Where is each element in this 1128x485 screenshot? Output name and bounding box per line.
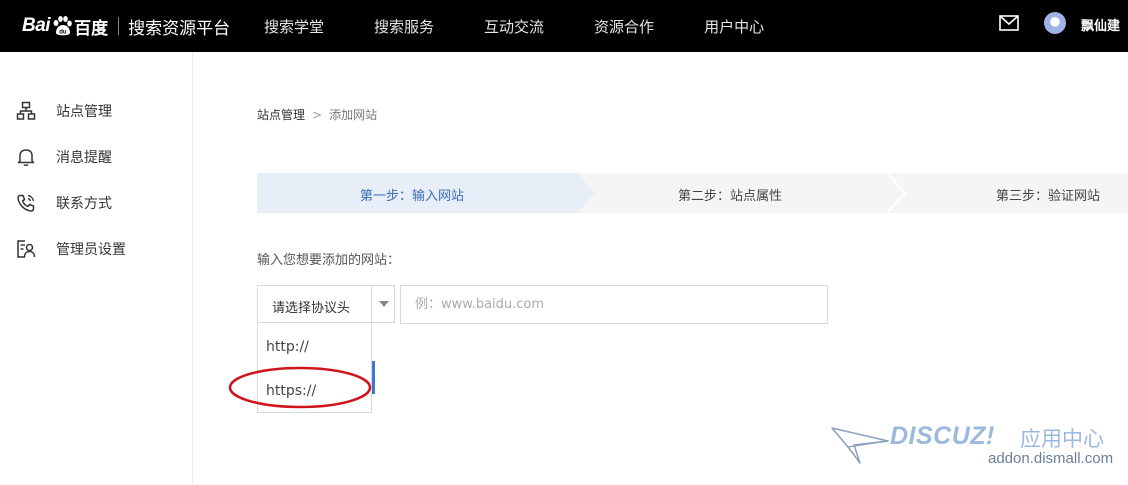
sidebar: 站点管理 消息提醒 联系方式 管理员设置 xyxy=(0,52,193,485)
logo-text-baidu-cn: 百度 xyxy=(74,18,109,38)
nav-item-cooperation[interactable]: 资源合作 xyxy=(594,16,654,37)
sidebar-item-notifications[interactable]: 消息提醒 xyxy=(16,145,112,169)
top-navbar: Bai du 百度 搜索资源平台 搜索学堂 搜索服务 互动交流 资源合作 用户中… xyxy=(0,0,1128,52)
phone-icon xyxy=(17,194,35,212)
select-divider xyxy=(371,286,372,322)
sidebar-item-contact[interactable]: 联系方式 xyxy=(16,191,112,215)
sitemap-icon xyxy=(16,101,36,120)
admin-settings-icon xyxy=(17,240,36,258)
baidu-logo[interactable]: Bai du 百度 搜索资源平台 xyxy=(22,13,230,39)
watermark-brand: DISCUZ! xyxy=(890,422,995,450)
baidu-paw-icon: du xyxy=(53,16,72,36)
logo-text-bai: Bai xyxy=(22,15,51,36)
submit-button-edge[interactable] xyxy=(372,361,375,394)
main-nav: 搜索学堂 搜索服务 互动交流 资源合作 用户中心 xyxy=(264,0,814,52)
step-3-label: 第三步：验证网站 xyxy=(996,189,1101,204)
breadcrumb: 站点管理 > 添加网站 xyxy=(257,106,377,123)
sidebar-item-label: 消息提醒 xyxy=(56,150,112,166)
nav-item-search-services[interactable]: 搜索服务 xyxy=(374,16,434,37)
watermark-cn: 应用中心 xyxy=(1020,427,1104,451)
protocol-option-https[interactable]: https:// xyxy=(266,383,316,399)
sidebar-item-label: 联系方式 xyxy=(56,196,112,212)
watermark-domain: addon.dismall.com xyxy=(988,450,1114,467)
nav-item-user-center[interactable]: 用户中心 xyxy=(704,16,764,37)
logo-divider xyxy=(118,17,120,35)
nav-item-interaction[interactable]: 互动交流 xyxy=(484,16,544,37)
step-1-label: 第一步：输入网站 xyxy=(360,189,465,204)
website-input-prompt: 输入您想要添加的网站： xyxy=(257,253,401,268)
platform-title: 搜索资源平台 xyxy=(128,18,231,39)
breadcrumb-parent[interactable]: 站点管理 xyxy=(257,106,305,123)
sidebar-item-label: 管理员设置 xyxy=(56,242,126,258)
sidebar-item-site-management[interactable]: 站点管理 xyxy=(16,99,112,123)
protocol-select[interactable]: 请选择协议头 xyxy=(257,285,395,323)
sidebar-item-admin-settings[interactable]: 管理员设置 xyxy=(16,237,126,261)
protocol-option-http[interactable]: http:// xyxy=(266,339,309,355)
mail-icon[interactable] xyxy=(999,15,1019,31)
user-name[interactable]: 飘仙建 xyxy=(1081,15,1120,34)
step-progress-bar: 第一步：输入网站 第二步：站点属性 第三步：验证网站 xyxy=(257,173,1128,213)
protocol-select-value: 请选择协议头 xyxy=(272,301,351,316)
breadcrumb-current: 添加网站 xyxy=(329,108,378,122)
sidebar-item-label: 站点管理 xyxy=(56,104,112,120)
step-2-label: 第二步：站点属性 xyxy=(678,189,783,204)
discuz-arrow-logo-icon xyxy=(831,427,889,464)
website-url-input[interactable] xyxy=(400,285,828,324)
chevron-down-icon[interactable] xyxy=(379,301,389,307)
nav-item-search-academy[interactable]: 搜索学堂 xyxy=(264,16,324,37)
user-avatar[interactable] xyxy=(1044,12,1066,34)
svg-text:du: du xyxy=(59,30,67,36)
bell-icon xyxy=(17,149,35,167)
breadcrumb-separator: > xyxy=(312,107,323,122)
protocol-dropdown-menu: http:// https:// xyxy=(257,323,372,413)
